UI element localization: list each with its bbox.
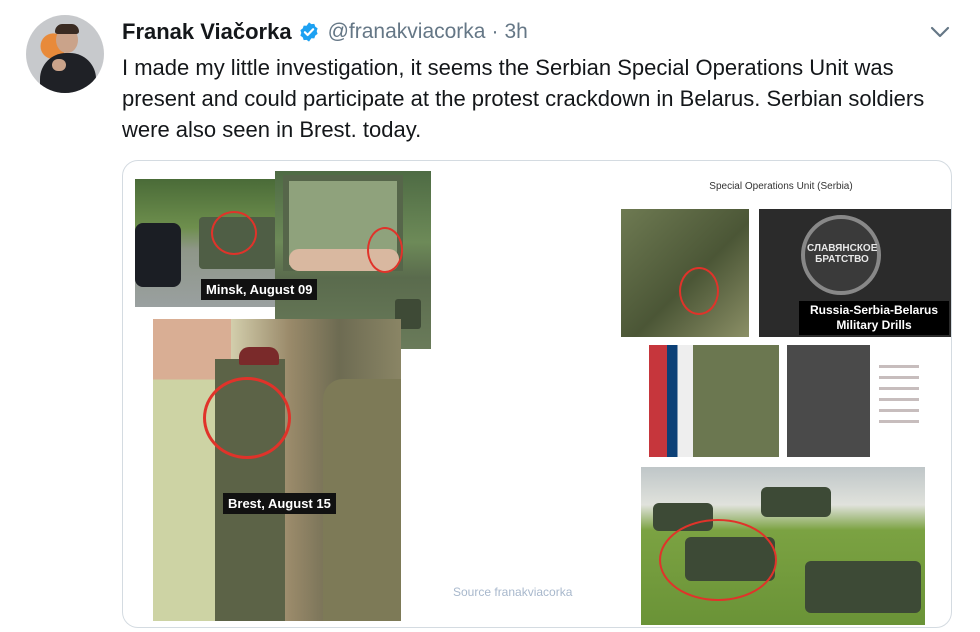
minsk-caption: Minsk, August 09: [201, 279, 318, 300]
chevron-down-icon[interactable]: [928, 22, 952, 42]
highlight-circle: [679, 267, 719, 315]
military-vehicles-photo: [641, 467, 925, 625]
slide-title: Special Operations Unit (Serbia): [709, 181, 853, 192]
avatar-body: [40, 53, 96, 93]
avatar-hand: [52, 59, 66, 71]
soldier-gear-photo: [787, 345, 925, 457]
avatar-hair: [55, 24, 79, 34]
author-handle[interactable]: @franakviacorka: [328, 20, 486, 44]
tweet-text: I made my little investigation, it seems…: [122, 55, 925, 142]
highlight-circle: [659, 519, 777, 601]
car-shape: [135, 223, 181, 287]
drills-caption: Russia-Serbia-Belarus Military Drills: [799, 301, 949, 335]
special-ops-photo: [621, 209, 749, 337]
emblem-text: СЛАВЯНСКОЕ БРАТСТВО: [807, 243, 878, 265]
highlight-circle: [203, 377, 291, 459]
tweet-media-image[interactable]: Minsk, August 09 Brest, August 15 Specia…: [122, 160, 952, 628]
highlight-circle: [367, 227, 403, 273]
header-separator: ·: [491, 20, 499, 43]
highlight-circle: [211, 211, 257, 255]
tweet-header: Franak Viačorka @franakviacorka · 3h: [122, 17, 528, 47]
verified-badge-icon: [299, 22, 318, 42]
humvee-shape: [761, 487, 831, 517]
flag-soldier-photo: [649, 345, 779, 457]
tweet-timestamp[interactable]: 3h: [504, 20, 527, 44]
soldier-beret: [239, 347, 279, 365]
author-avatar[interactable]: [26, 15, 104, 93]
brest-caption: Brest, August 15: [223, 493, 336, 514]
brest-photo: [153, 319, 401, 621]
drills-photo: СЛАВЯНСКОЕ БРАТСТВО Russia-Serbia-Belaru…: [759, 209, 951, 337]
text-lines-decoration: [879, 365, 919, 431]
humvee-shape: [805, 561, 921, 613]
author-display-name[interactable]: Franak Viačorka: [122, 19, 292, 45]
image-source-credit: Source franakviacorka: [453, 585, 573, 599]
